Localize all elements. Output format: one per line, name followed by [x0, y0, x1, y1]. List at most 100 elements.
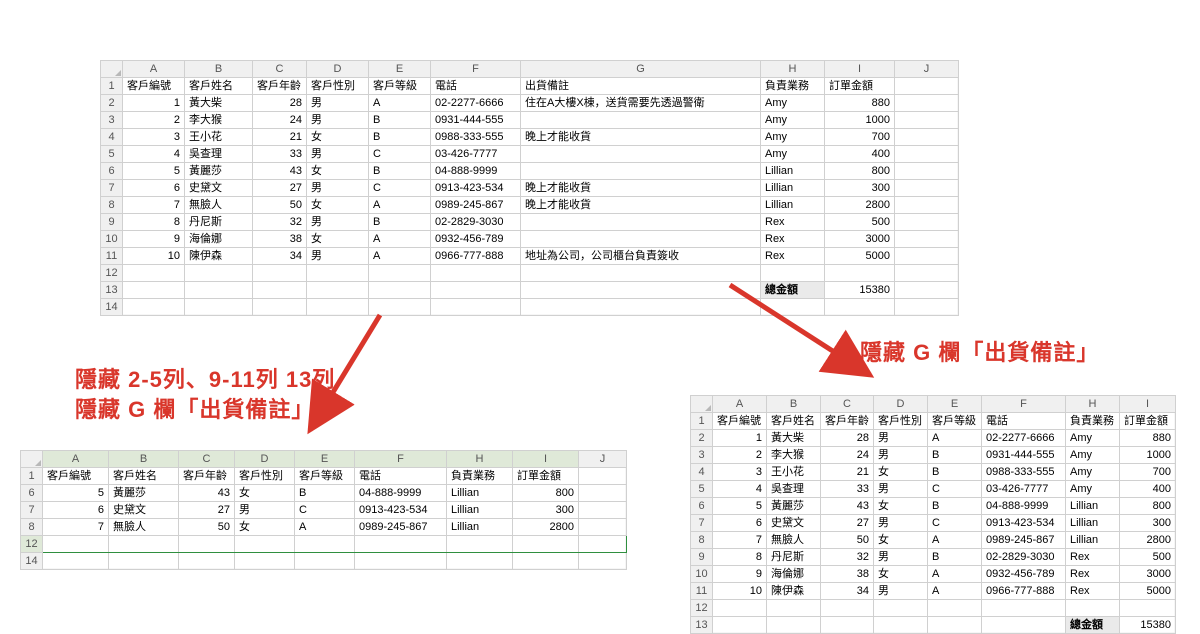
table-header-row[interactable]: 1 客戶編號 客戶姓名 客戶年齡 客戶性別 客戶等級 電話 出貨備註 負責業務 …: [101, 78, 959, 95]
table-header-row[interactable]: 1 客戶編號客戶姓名客戶年齡客戶性別客戶等級電話負責業務訂單金額: [691, 413, 1176, 430]
table-row[interactable]: 2 1 黃大柴 28 男 A 02-2277-6666 住在A大樓X棟，送貨需要…: [101, 95, 959, 112]
row-9[interactable]: 9: [101, 214, 123, 231]
table-row[interactable]: 1110陳伊森34男A0966-777-888Rex5000: [691, 583, 1176, 600]
hdr-amount[interactable]: 訂單金額: [825, 78, 895, 95]
col-F[interactable]: F: [431, 61, 521, 78]
table-row[interactable]: 98丹尼斯32男B02-2829-3030Rex500: [691, 549, 1176, 566]
row-8[interactable]: 8: [21, 519, 43, 536]
table-row[interactable]: 11 10陳伊森34男A0966-777-888地址為公司，公司櫃台負責簽收Re…: [101, 248, 959, 265]
row-11[interactable]: 11: [101, 248, 123, 265]
col-G[interactable]: G: [521, 61, 761, 78]
row-1[interactable]: 1: [101, 78, 123, 95]
col-H[interactable]: H: [1066, 396, 1120, 413]
col-I[interactable]: I: [825, 61, 895, 78]
hdr-level[interactable]: 客戶等級: [369, 78, 431, 95]
table-header-row[interactable]: 1 客戶編號客戶姓名客戶年齡客戶性別客戶等級電話負責業務訂單金額: [21, 468, 627, 485]
col-C[interactable]: C: [253, 61, 307, 78]
col-B[interactable]: B: [109, 451, 179, 468]
cell[interactable]: 880: [825, 95, 895, 112]
cell[interactable]: 1: [123, 95, 185, 112]
table-row[interactable]: 32李大猴24男B0931-444-555Amy1000: [691, 447, 1176, 464]
hdr-name[interactable]: 客戶姓名: [185, 78, 253, 95]
row-10[interactable]: 10: [101, 231, 123, 248]
table-row-blank[interactable]: 14: [101, 299, 959, 316]
col-D[interactable]: D: [874, 396, 928, 413]
col-H[interactable]: H: [447, 451, 513, 468]
table-row[interactable]: 6 5黃麗莎43女B04-888-9999Lillian800: [21, 485, 627, 502]
total-label[interactable]: 總金額: [1066, 617, 1120, 634]
total-value[interactable]: 15380: [1120, 617, 1176, 634]
row-7[interactable]: 7: [21, 502, 43, 519]
row-14[interactable]: 14: [21, 553, 43, 570]
table-row[interactable]: 5 4吳查理33男C03-426-7777Amy400: [101, 146, 959, 163]
row-12[interactable]: 12: [101, 265, 123, 282]
col-C[interactable]: C: [179, 451, 235, 468]
cell[interactable]: 男: [307, 95, 369, 112]
row-1[interactable]: 1: [691, 413, 713, 430]
col-A[interactable]: A: [123, 61, 185, 78]
row-1[interactable]: 1: [21, 468, 43, 485]
hdr-id[interactable]: 客戶編號: [123, 78, 185, 95]
hdr-phone[interactable]: 電話: [431, 78, 521, 95]
table-row[interactable]: 87無臉人50女A0989-245-867Lillian2800: [691, 532, 1176, 549]
col-F[interactable]: F: [355, 451, 447, 468]
table-row[interactable]: 43王小花21女B0988-333-555Amy700: [691, 464, 1176, 481]
table-row[interactable]: 6 5黃麗莎43女B04-888-9999Lillian800: [101, 163, 959, 180]
table-row-blank[interactable]: 12: [691, 600, 1176, 617]
col-H[interactable]: H: [761, 61, 825, 78]
col-F[interactable]: F: [982, 396, 1066, 413]
cell-blank[interactable]: [895, 78, 959, 95]
table-row[interactable]: 3 2李大猴24男B0931-444-555Amy1000: [101, 112, 959, 129]
select-all-corner[interactable]: [101, 61, 123, 78]
table-row[interactable]: 7 6史黛文27男C0913-423-534晚上才能收貨Lillian300: [101, 180, 959, 197]
col-E[interactable]: E: [928, 396, 982, 413]
cell[interactable]: Amy: [761, 95, 825, 112]
row-6[interactable]: 6: [101, 163, 123, 180]
col-D[interactable]: D: [307, 61, 369, 78]
select-all-corner[interactable]: [21, 451, 43, 468]
column-header-row[interactable]: A B C D E F G H I J: [101, 61, 959, 78]
cell-blank[interactable]: [895, 95, 959, 112]
table-row[interactable]: 21黃大柴28男A02-2277-6666Amy880: [691, 430, 1176, 447]
table-row-total[interactable]: 13總金額15380: [691, 617, 1176, 634]
hdr-age[interactable]: 客戶年齡: [253, 78, 307, 95]
col-E[interactable]: E: [295, 451, 355, 468]
col-E[interactable]: E: [369, 61, 431, 78]
spreadsheet-bottom-right[interactable]: A B C D E F H I 1 客戶編號客戶姓名客戶年齡客戶性別客戶等級電話…: [690, 395, 1176, 634]
total-label[interactable]: 總金額: [761, 282, 825, 299]
cell[interactable]: 黃大柴: [185, 95, 253, 112]
col-B[interactable]: B: [185, 61, 253, 78]
row-4[interactable]: 4: [101, 129, 123, 146]
cell[interactable]: 02-2277-6666: [431, 95, 521, 112]
table-row-total[interactable]: 13 總金額 15380: [101, 282, 959, 299]
table-row[interactable]: 8 7無臉人50女A0989-245-867晚上才能收貨Lillian2800: [101, 197, 959, 214]
col-I[interactable]: I: [1120, 396, 1176, 413]
col-B[interactable]: B: [767, 396, 821, 413]
col-A[interactable]: A: [43, 451, 109, 468]
row-7[interactable]: 7: [101, 180, 123, 197]
row-8[interactable]: 8: [101, 197, 123, 214]
table-row[interactable]: 4 3王小花21女B0988-333-555晚上才能收貨Amy700: [101, 129, 959, 146]
table-row-blank[interactable]: 14: [21, 553, 627, 570]
row-6[interactable]: 6: [21, 485, 43, 502]
col-D[interactable]: D: [235, 451, 295, 468]
hdr-sales[interactable]: 負責業務: [761, 78, 825, 95]
column-header-row[interactable]: A B C D E F H I J: [21, 451, 627, 468]
row-5[interactable]: 5: [101, 146, 123, 163]
table-row[interactable]: 10 9海倫娜38女A0932-456-789Rex3000: [101, 231, 959, 248]
row-2[interactable]: 2: [101, 95, 123, 112]
cell[interactable]: A: [369, 95, 431, 112]
row-12[interactable]: 12: [21, 536, 43, 553]
col-A[interactable]: A: [713, 396, 767, 413]
cell[interactable]: 28: [253, 95, 307, 112]
row-13[interactable]: 13: [101, 282, 123, 299]
column-header-row[interactable]: A B C D E F H I: [691, 396, 1176, 413]
table-row[interactable]: 8 7無臉人50女A0989-245-867Lillian2800: [21, 519, 627, 536]
table-row[interactable]: 9 8丹尼斯32男B02-2829-3030Rex500: [101, 214, 959, 231]
row-14[interactable]: 14: [101, 299, 123, 316]
col-I[interactable]: I: [513, 451, 579, 468]
total-value[interactable]: 15380: [825, 282, 895, 299]
col-J[interactable]: J: [895, 61, 959, 78]
table-row[interactable]: 109海倫娜38女A0932-456-789Rex3000: [691, 566, 1176, 583]
spreadsheet-bottom-left[interactable]: A B C D E F H I J 1 客戶編號客戶姓名客戶年齡客戶性別客戶等級…: [20, 450, 627, 570]
